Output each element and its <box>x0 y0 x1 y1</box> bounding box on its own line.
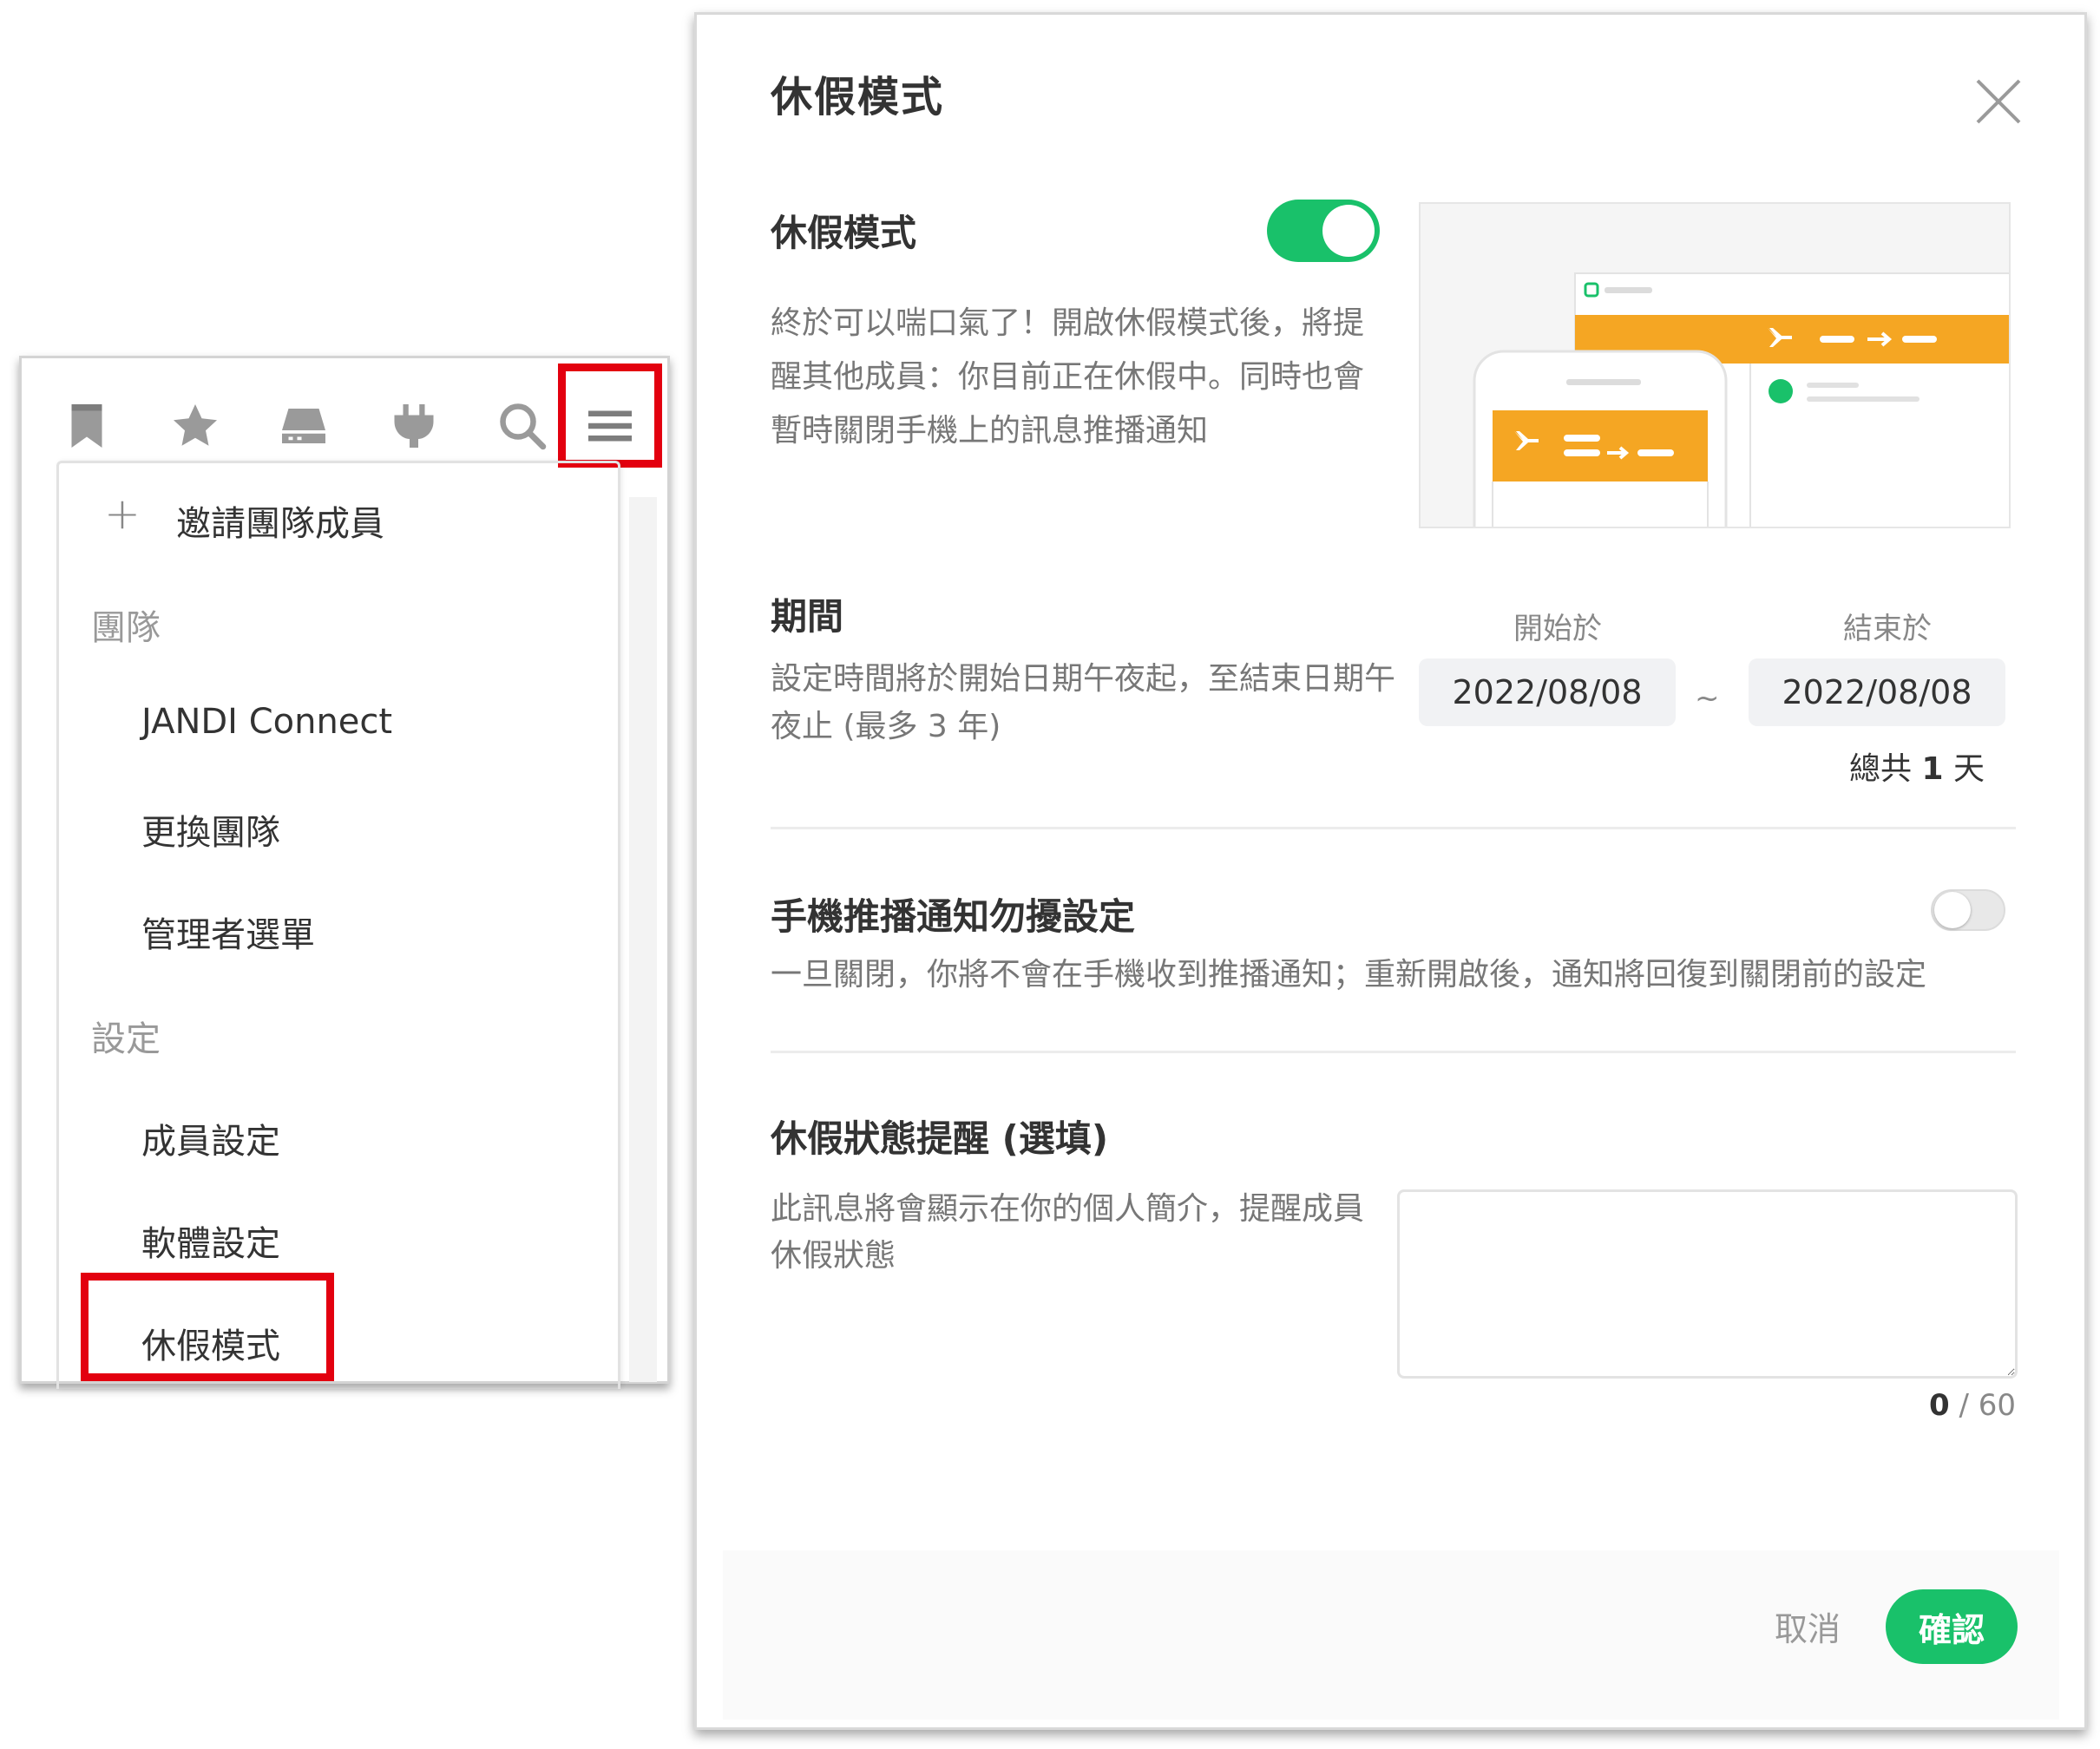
dialog-title: 休假模式 <box>771 73 945 121</box>
vacation-mode-toggle[interactable] <box>1267 200 1380 262</box>
total-days-suffix: 天 <box>1952 751 1985 787</box>
total-days-count: 1 <box>1921 751 1944 787</box>
period-description: 設定時間將於開始日期午夜起，至結束日期午夜止 (最多 3 年) <box>771 661 1396 744</box>
search-icon[interactable] <box>488 391 557 461</box>
push-dnd-description: 一旦關閉，你將不會在手機收到推播通知；重新開啟後，通知將回復到關閉前的設定 <box>771 957 1927 992</box>
character-max: / 60 <box>1959 1388 2016 1423</box>
section-divider <box>771 1051 2016 1053</box>
vacation-illustration <box>1419 202 2011 528</box>
push-dnd-toggle[interactable] <box>1931 889 2005 931</box>
status-message-heading: 休假狀態提醒 (選填) <box>771 1117 1109 1160</box>
menu-item-jandi-connect[interactable]: JANDI Connect <box>141 702 392 742</box>
close-icon[interactable] <box>1964 67 2033 136</box>
period-heading: 期間 <box>771 595 844 638</box>
menu-item-switch-team[interactable]: 更換團隊 <box>141 804 280 855</box>
settings-section-label: 設定 <box>91 1019 161 1059</box>
toggle-knob <box>1934 892 1971 928</box>
vacation-mode-dialog: 休假模式 休假模式 終於可以喘口氣了！開啟休假模式後，將提醒其他成員：你目前正在… <box>694 12 2087 1730</box>
toggle-knob <box>1322 205 1375 257</box>
menu-scrollbar[interactable] <box>629 497 657 1382</box>
navigation-menu-panel: + 邀請團隊成員 團隊 JANDI Connect 更換團隊 管理者選單 設定 … <box>19 356 670 1389</box>
cancel-button[interactable]: 取消 <box>1742 1589 1873 1662</box>
confirm-button[interactable]: 確認 <box>1886 1589 2018 1664</box>
total-days: 總共 1 天 <box>1849 743 1985 789</box>
menu-item-software-settings[interactable]: 軟體設定 <box>141 1215 280 1266</box>
section-divider <box>771 827 2016 829</box>
drive-icon[interactable] <box>269 391 338 461</box>
team-section-label: 團隊 <box>91 608 161 648</box>
plus-icon: + <box>104 488 141 539</box>
status-message-description: 此訊息將會顯示在你的個人簡介，提醒成員休假狀態 <box>771 1191 1365 1274</box>
end-date-picker[interactable]: 2022/08/08 <box>1749 658 2005 726</box>
push-dnd-heading: 手機推播通知勿擾設定 <box>771 895 1136 938</box>
vacation-mode-heading: 休假模式 <box>771 212 917 254</box>
menu-icon-highlight-box <box>558 364 662 468</box>
character-counter: 0 / 60 <box>1894 1388 2016 1423</box>
bookmark-icon[interactable] <box>52 391 121 461</box>
start-date-label: 開始於 <box>1513 612 1602 646</box>
character-count: 0 <box>1928 1388 1950 1423</box>
vacation-mode-description: 終於可以喘口氣了！開啟休假模式後，將提醒其他成員：你目前正在休假中。同時也會暫時… <box>771 305 1365 449</box>
vacation-mode-highlight-box <box>81 1273 334 1381</box>
menu-item-admin-menu[interactable]: 管理者選單 <box>141 907 315 957</box>
invite-member-item[interactable]: 邀請團隊成員 <box>176 495 384 546</box>
plug-icon[interactable] <box>379 391 449 461</box>
start-date-picker[interactable]: 2022/08/08 <box>1419 658 1676 726</box>
star-icon[interactable] <box>161 391 230 461</box>
menu-item-member-settings[interactable]: 成員設定 <box>141 1113 280 1163</box>
status-message-input[interactable] <box>1397 1189 2018 1379</box>
total-days-prefix: 總共 <box>1849 751 1913 787</box>
date-range-separator: ~ <box>1695 681 1720 716</box>
end-date-label: 結束於 <box>1843 612 1932 646</box>
